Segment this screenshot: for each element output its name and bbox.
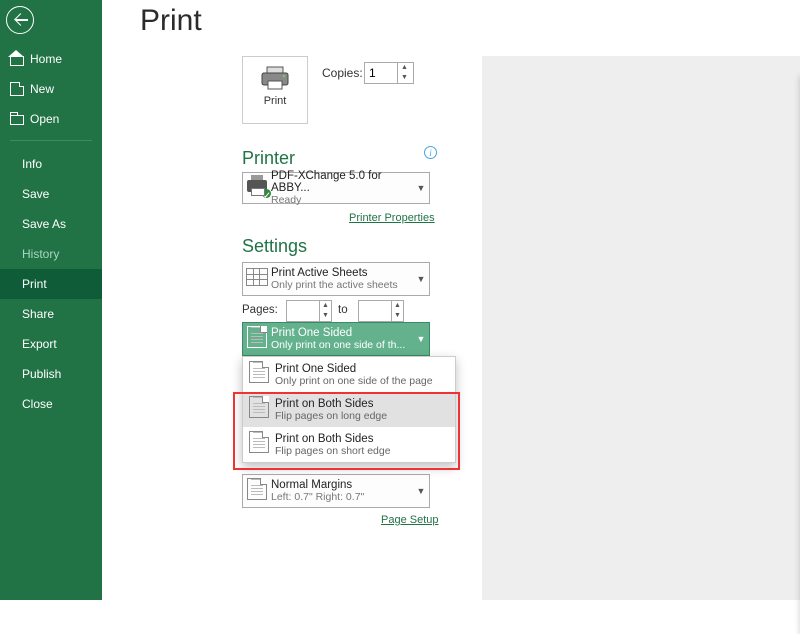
option-line1: Print on Both Sides: [275, 398, 387, 410]
print-preview-area: Creative Service Type A: Minimum Video C…: [482, 56, 800, 600]
nav-save[interactable]: Save: [0, 179, 102, 209]
nav-home[interactable]: Home: [0, 44, 102, 74]
nav-label: Open: [30, 112, 59, 126]
margins-dropdown[interactable]: Normal MarginsLeft: 0.7" Right: 0.7" ▼: [242, 474, 430, 508]
chevron-down-icon: ▼: [413, 334, 429, 344]
print-what-line2: Only print the active sheets: [271, 279, 413, 291]
nav-label: Save As: [22, 217, 66, 231]
page-setup-link[interactable]: Page Setup: [381, 514, 439, 526]
printer-properties-link[interactable]: Printer Properties: [349, 212, 435, 224]
nav-label: Close: [22, 397, 53, 411]
nav-label: Home: [30, 52, 62, 66]
pages-to-field[interactable]: [359, 301, 391, 321]
copies-label: Copies:: [322, 66, 363, 80]
nav-new[interactable]: New: [0, 74, 102, 104]
nav-save-as[interactable]: Save As: [0, 209, 102, 239]
option-line2: Flip pages on short edge: [275, 445, 391, 457]
nav-label: Share: [22, 307, 54, 321]
print-button-label: Print: [243, 95, 307, 107]
pages-from-field[interactable]: [287, 301, 319, 321]
chevron-down-icon: ▼: [413, 183, 429, 193]
nav-label: Export: [22, 337, 57, 351]
copies-field[interactable]: [365, 63, 397, 83]
print-what-dropdown[interactable]: Print Active SheetsOnly print the active…: [242, 262, 430, 296]
option-line2: Flip pages on long edge: [275, 410, 387, 422]
home-icon: [10, 52, 24, 66]
printer-ready-icon: [243, 179, 271, 197]
sided-options-popup: Print One SidedOnly print on one side of…: [242, 356, 456, 463]
nav-label: History: [22, 247, 59, 261]
printer-name: PDF-XChange 5.0 for ABBY...: [271, 170, 413, 194]
printer-dropdown[interactable]: PDF-XChange 5.0 for ABBY...Ready ▼: [242, 172, 430, 204]
page-flip-short-icon: [249, 431, 275, 458]
pages-label: Pages:: [242, 304, 278, 316]
printer-icon: [260, 65, 290, 91]
nav-print[interactable]: Print: [0, 269, 102, 299]
nav-open[interactable]: Open: [0, 104, 102, 134]
nav-label: Info: [22, 157, 42, 171]
print-button[interactable]: Print: [242, 56, 308, 124]
pages-to-input[interactable]: ▲▼: [358, 300, 404, 322]
spinner-up-icon[interactable]: ▲: [397, 63, 411, 73]
back-button[interactable]: [6, 6, 34, 34]
print-pane: Print Print Copies: ▲▼ Printer i PDF-XCh…: [102, 0, 800, 600]
nav-share[interactable]: Share: [0, 299, 102, 329]
sided-line2: Only print on one side of th...: [271, 339, 413, 351]
page-single-icon: [249, 361, 275, 388]
nav-label: New: [30, 82, 54, 96]
sided-option-both-short[interactable]: Print on Both SidesFlip pages on short e…: [243, 427, 455, 462]
pages-from-input[interactable]: ▲▼: [286, 300, 332, 322]
margins-line2: Left: 0.7" Right: 0.7": [271, 491, 413, 503]
spinner-up-icon[interactable]: ▲: [319, 301, 331, 311]
backstage-sidebar: Home New Open Info Save Save As History …: [0, 0, 102, 600]
folder-icon: [10, 115, 24, 125]
spinner-down-icon[interactable]: ▼: [319, 311, 331, 321]
printer-status: Ready: [271, 194, 413, 206]
sided-option-both-long[interactable]: Print on Both SidesFlip pages on long ed…: [243, 392, 455, 427]
option-line1: Print on Both Sides: [275, 433, 391, 445]
nav-export[interactable]: Export: [0, 329, 102, 359]
nav-label: Print: [22, 277, 47, 291]
page-single-icon: [243, 326, 271, 353]
sheets-icon: [243, 268, 271, 291]
page-flip-long-icon: [249, 396, 275, 423]
sided-option-one-sided[interactable]: Print One SidedOnly print on one side of…: [243, 357, 455, 392]
spinner-up-icon[interactable]: ▲: [391, 301, 403, 311]
nav-label: Save: [22, 187, 49, 201]
margins-icon: [243, 478, 271, 505]
sided-line1: Print One Sided: [271, 327, 413, 339]
nav-publish[interactable]: Publish: [0, 359, 102, 389]
chevron-down-icon: ▼: [413, 486, 429, 496]
spinner-down-icon[interactable]: ▼: [391, 311, 403, 321]
nav-history[interactable]: History: [0, 239, 102, 269]
page-title: Print: [140, 4, 800, 38]
settings-heading: Settings: [242, 236, 307, 257]
nav-close[interactable]: Close: [0, 389, 102, 419]
info-icon[interactable]: i: [424, 146, 437, 159]
copies-input[interactable]: ▲▼: [364, 62, 414, 84]
print-what-line1: Print Active Sheets: [271, 267, 413, 279]
nav-info[interactable]: Info: [0, 149, 102, 179]
nav-label: Publish: [22, 367, 61, 381]
pages-to-label: to: [338, 304, 348, 316]
sidebar-divider: [10, 140, 92, 141]
sided-dropdown[interactable]: Print One SidedOnly print on one side of…: [242, 322, 430, 356]
chevron-down-icon: ▼: [413, 274, 429, 284]
option-line1: Print One Sided: [275, 363, 433, 375]
option-line2: Only print on one side of the page: [275, 375, 433, 387]
margins-line1: Normal Margins: [271, 479, 413, 491]
document-icon: [10, 82, 24, 96]
spinner-down-icon[interactable]: ▼: [397, 73, 411, 83]
